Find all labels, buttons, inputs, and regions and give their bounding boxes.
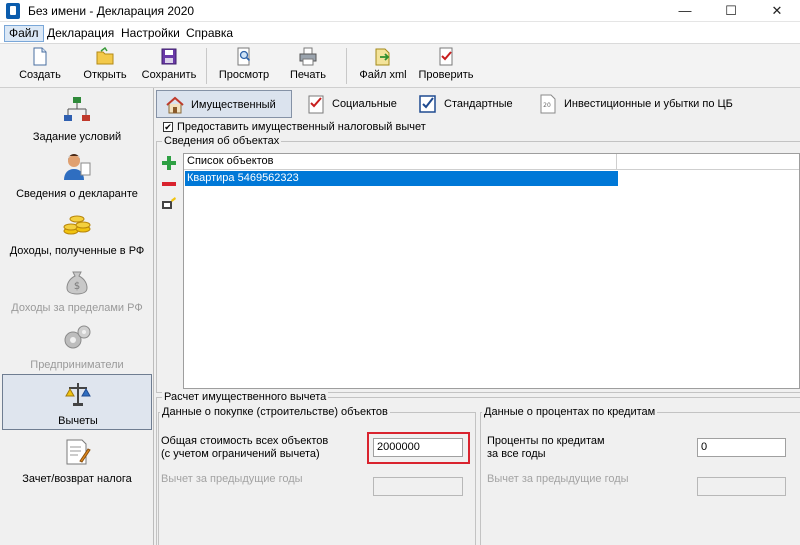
interest-label: Проценты по кредитам bbox=[487, 435, 605, 447]
person-icon bbox=[64, 154, 91, 180]
save-button[interactable]: Сохранить bbox=[138, 47, 200, 87]
objects-list[interactable]: Список объектов Квартира 5469562323 bbox=[183, 153, 800, 389]
floppy-disk-icon bbox=[161, 48, 177, 65]
objects-group-title: Сведения об объектах bbox=[162, 135, 282, 147]
check-button[interactable]: Проверить bbox=[416, 47, 476, 87]
save-label: Сохранить bbox=[141, 69, 197, 81]
xml-file-button[interactable]: Файл xml bbox=[354, 47, 412, 87]
xml-file-label: Файл xml bbox=[359, 69, 407, 81]
close-button[interactable]: ✕ bbox=[754, 0, 800, 22]
print-button[interactable]: Печать bbox=[284, 47, 332, 87]
preview-label: Просмотр bbox=[218, 69, 270, 81]
sidebar-item-income-rf[interactable]: Доходы, полученные в РФ bbox=[2, 205, 152, 261]
sidebar-item-declarant[interactable]: Сведения о декларанте bbox=[2, 148, 152, 204]
sidebar-item-label: Вычеты bbox=[58, 415, 98, 427]
create-label: Создать bbox=[19, 69, 61, 81]
app-window: Без имени - Декларация 2020 — ☐ ✕ Файл Д… bbox=[0, 0, 800, 545]
menu-settings[interactable]: Настройки bbox=[121, 26, 180, 40]
tab-social[interactable]: Социальные bbox=[298, 90, 404, 118]
sidebar-item-tax-refund[interactable]: Зачет/возврат налога bbox=[2, 433, 152, 489]
svg-text:20: 20 bbox=[543, 102, 551, 109]
sidebar-item-label: Доходы, полученные в РФ bbox=[9, 245, 145, 257]
year-document-icon: 20 bbox=[540, 94, 556, 114]
print-label: Печать bbox=[289, 69, 327, 81]
sidebar: Задание условий Сведения о декларанте До… bbox=[0, 88, 154, 545]
objects-list-header: Список объектов bbox=[184, 154, 799, 170]
list-item[interactable]: Квартира 5469562323 bbox=[185, 171, 618, 186]
total-cost-label-note: (с учетом ограничений вычета) bbox=[161, 448, 320, 460]
remove-icon[interactable] bbox=[162, 177, 176, 191]
new-file-icon bbox=[33, 47, 47, 66]
menu-declaration[interactable]: Декларация bbox=[47, 26, 114, 40]
objects-column-header[interactable]: Список объектов bbox=[184, 154, 617, 170]
sidebar-item-label: Зачет/возврат налога bbox=[22, 473, 132, 485]
interest-prev-field[interactable] bbox=[697, 477, 786, 496]
standard-form-icon bbox=[419, 95, 436, 113]
tab-label: Стандартные bbox=[444, 98, 513, 110]
money-bag-icon: $ bbox=[66, 271, 88, 295]
coins-icon bbox=[63, 215, 91, 235]
open-button[interactable]: Открыть bbox=[76, 47, 134, 87]
printer-icon bbox=[299, 47, 317, 66]
create-button[interactable]: Создать bbox=[12, 47, 68, 87]
open-label: Открыть bbox=[83, 69, 127, 81]
svg-text:$: $ bbox=[74, 281, 80, 292]
interest-field[interactable]: 0 bbox=[697, 438, 786, 457]
xml-export-icon bbox=[375, 48, 390, 66]
minimize-button[interactable]: — bbox=[662, 0, 708, 22]
open-folder-icon bbox=[96, 47, 114, 65]
interest-prev-label: Вычет за предыдущие годы bbox=[487, 473, 629, 485]
sidebar-item-deductions[interactable]: Вычеты bbox=[2, 374, 152, 430]
prev-deduction-field[interactable] bbox=[373, 477, 463, 496]
gears-icon bbox=[64, 325, 91, 349]
scales-icon bbox=[65, 383, 91, 406]
sidebar-item-label: Доходы за пределами РФ bbox=[11, 302, 143, 314]
preview-button[interactable]: Просмотр bbox=[214, 47, 274, 87]
check-label: Проверить bbox=[418, 69, 474, 81]
property-deduction-checkbox-label: Предоставить имущественный налоговый выч… bbox=[177, 121, 426, 133]
total-cost-label: Общая стоимость всех объектов bbox=[161, 435, 329, 447]
sidebar-item-entrepreneurs[interactable]: Предприниматели bbox=[2, 319, 152, 375]
tab-label: Инвестиционные и убытки по ЦБ bbox=[564, 98, 733, 110]
tab-standard[interactable]: Стандартные bbox=[410, 90, 530, 118]
add-icon[interactable] bbox=[162, 156, 176, 170]
property-deduction-checkbox[interactable]: ✔ bbox=[163, 122, 173, 132]
sidebar-item-label: Сведения о декларанте bbox=[16, 188, 138, 200]
interest-group-title: Данные о процентах по кредитам bbox=[482, 406, 658, 418]
tree-icon bbox=[64, 97, 90, 121]
menu-help[interactable]: Справка bbox=[186, 26, 233, 40]
toolbar: Создать Открыть Сохранить Просмотр Печат… bbox=[0, 44, 800, 88]
title-bar: Без имени - Декларация 2020 — ☐ ✕ bbox=[0, 0, 800, 22]
prev-deduction-label: Вычет за предыдущие годы bbox=[161, 473, 303, 485]
tab-investment[interactable]: 20 Инвестиционные и убытки по ЦБ bbox=[530, 90, 760, 118]
document-pen-icon bbox=[66, 439, 91, 465]
house-icon bbox=[166, 96, 184, 114]
edit-object-icon[interactable] bbox=[162, 197, 176, 211]
window-title: Без имени - Декларация 2020 bbox=[28, 4, 195, 18]
toolbar-separator bbox=[206, 48, 207, 84]
toolbar-separator bbox=[346, 48, 347, 84]
sidebar-item-label: Предприниматели bbox=[30, 359, 124, 371]
sidebar-item-income-abroad[interactable]: $ Доходы за пределами РФ bbox=[2, 262, 152, 318]
tab-property[interactable]: Имущественный bbox=[156, 90, 292, 118]
tab-label: Имущественный bbox=[191, 99, 276, 111]
app-icon bbox=[6, 3, 20, 19]
sidebar-item-conditions[interactable]: Задание условий bbox=[2, 91, 152, 147]
checklist-icon bbox=[308, 95, 324, 114]
tab-label: Социальные bbox=[332, 98, 397, 110]
sidebar-item-label: Задание условий bbox=[32, 131, 122, 143]
deduction-group-title: Расчет имущественного вычета bbox=[162, 391, 329, 403]
menu-bar: Файл Декларация Настройки Справка bbox=[0, 22, 800, 44]
purchase-group-title: Данные о покупке (строительстве) объекто… bbox=[160, 406, 390, 418]
maximize-button[interactable]: ☐ bbox=[708, 0, 754, 22]
menu-file[interactable]: Файл bbox=[4, 25, 44, 42]
check-document-icon bbox=[439, 47, 453, 66]
preview-magnifier-icon bbox=[237, 47, 251, 66]
interest-label-note: за все годы bbox=[487, 448, 546, 460]
total-cost-field[interactable]: 2000000 bbox=[373, 438, 463, 457]
